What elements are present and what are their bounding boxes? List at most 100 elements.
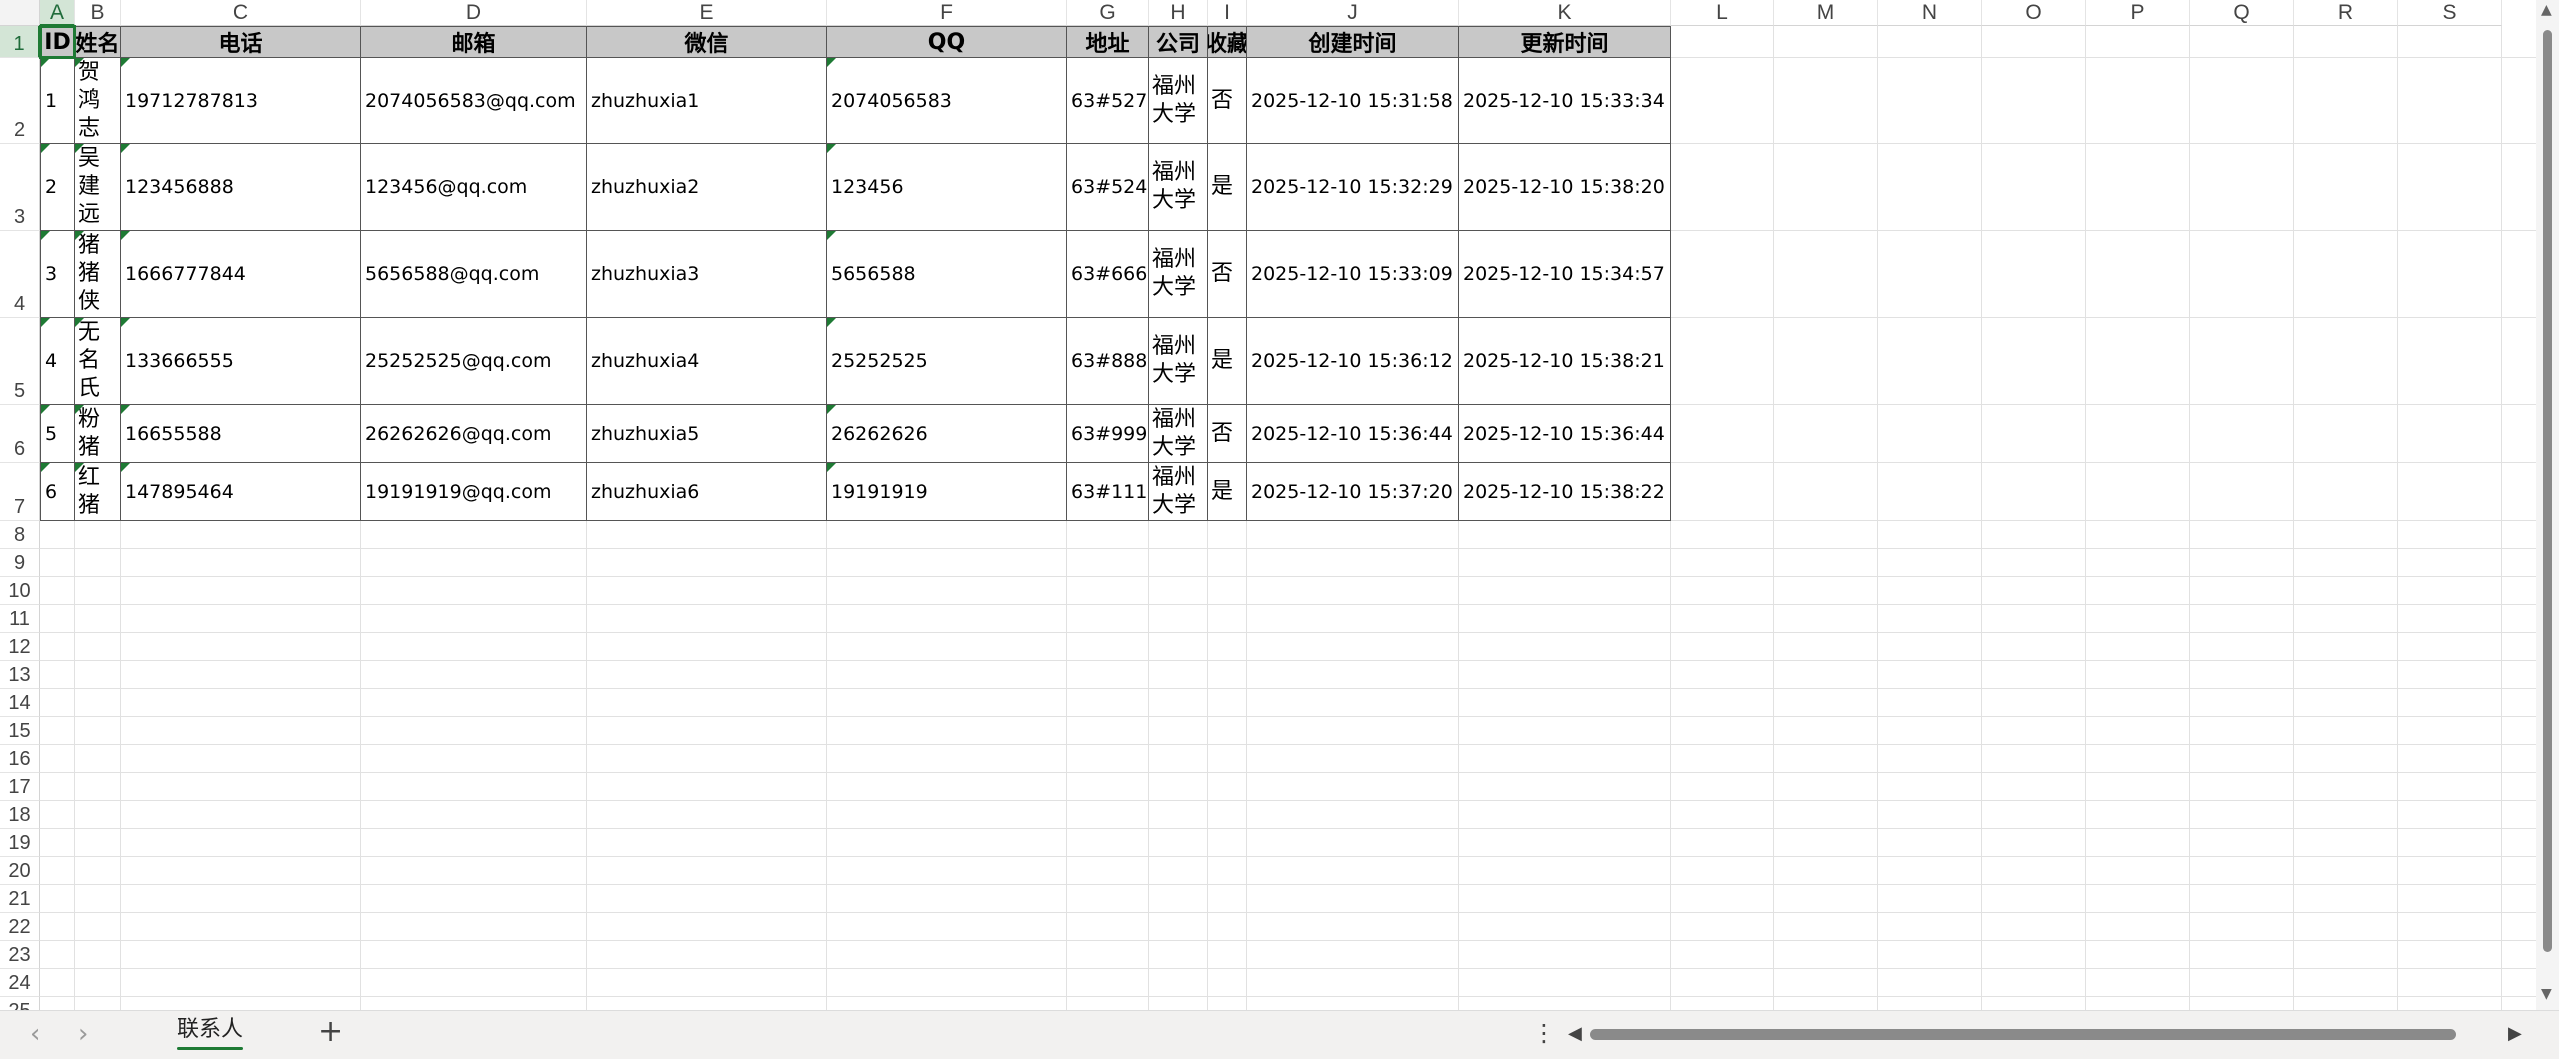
data-cell[interactable]: 25252525@qq.com (361, 318, 587, 405)
data-cell[interactable]: 6 (40, 463, 75, 521)
data-cell[interactable]: 133666555 (121, 318, 361, 405)
horizontal-scrollbar[interactable] (1590, 1029, 2480, 1041)
data-cell[interactable]: 福州大学 (1149, 318, 1208, 405)
data-cell[interactable]: 是 (1208, 463, 1247, 521)
column-header-q[interactable]: Q (2190, 0, 2294, 26)
row-header-8[interactable]: 8 (0, 521, 40, 549)
select-all-corner[interactable] (0, 0, 40, 26)
data-cell[interactable]: 2025-12-10 15:34:57 (1459, 231, 1671, 318)
data-cell[interactable]: 福州大学 (1149, 144, 1208, 231)
column-header-d[interactable]: D (361, 0, 587, 26)
header-cell[interactable]: 微信 (587, 26, 827, 58)
data-cell[interactable]: 26262626 (827, 405, 1067, 463)
row-header-4[interactable]: 4 (0, 231, 40, 318)
header-cell[interactable]: 更新时间 (1459, 26, 1671, 58)
row-header-6[interactable]: 6 (0, 405, 40, 463)
data-cell[interactable]: 2025-12-10 15:33:34 (1459, 58, 1671, 144)
row-header-25[interactable]: 25 (0, 997, 40, 1010)
column-header-f[interactable]: F (827, 0, 1067, 26)
data-cell[interactable]: 5656588@qq.com (361, 231, 587, 318)
column-header-e[interactable]: E (587, 0, 827, 26)
sheet-tab-contacts[interactable]: 联系人 (160, 1011, 260, 1051)
row-header-14[interactable]: 14 (0, 689, 40, 717)
data-cell[interactable]: 123456@qq.com (361, 144, 587, 231)
column-header-m[interactable]: M (1774, 0, 1878, 26)
data-cell[interactable]: zhuzhuxia4 (587, 318, 827, 405)
data-cell[interactable]: 19712787813 (121, 58, 361, 144)
data-cell[interactable]: zhuzhuxia6 (587, 463, 827, 521)
column-header-o[interactable]: O (1982, 0, 2086, 26)
data-cell[interactable]: 25252525 (827, 318, 1067, 405)
more-options-icon[interactable]: ⋮ (1532, 1019, 1556, 1047)
row-header-3[interactable]: 3 (0, 144, 40, 231)
row-header-2[interactable]: 2 (0, 58, 40, 144)
data-cell[interactable]: 63#524 (1067, 144, 1149, 231)
column-header-b[interactable]: B (75, 0, 121, 26)
column-header-r[interactable]: R (2294, 0, 2398, 26)
data-cell[interactable]: 2025-12-10 15:38:22 (1459, 463, 1671, 521)
data-cell[interactable]: 123456 (827, 144, 1067, 231)
data-cell[interactable]: 5 (40, 405, 75, 463)
scroll-up-icon[interactable]: ▲ (2541, 2, 2552, 18)
column-header-j[interactable]: J (1247, 0, 1459, 26)
data-cell[interactable]: 猪猪侠 (75, 231, 121, 318)
data-cell[interactable]: 否 (1208, 231, 1247, 318)
header-cell[interactable]: 邮箱 (361, 26, 587, 58)
scroll-down-icon[interactable]: ▼ (2541, 986, 2552, 1002)
row-header-20[interactable]: 20 (0, 857, 40, 885)
row-header-23[interactable]: 23 (0, 941, 40, 969)
header-cell[interactable]: 收藏 (1208, 26, 1247, 58)
row-header-11[interactable]: 11 (0, 605, 40, 633)
data-cell[interactable]: 2025-12-10 15:32:29 (1247, 144, 1459, 231)
data-cell[interactable]: 福州大学 (1149, 463, 1208, 521)
vertical-scrollbar[interactable]: ▲ ▼ (2536, 0, 2559, 1010)
column-header-p[interactable]: P (2086, 0, 2190, 26)
data-cell[interactable]: zhuzhuxia5 (587, 405, 827, 463)
header-cell[interactable]: 姓名 (75, 26, 121, 58)
header-cell[interactable]: 电话 (121, 26, 361, 58)
column-header-h[interactable]: H (1149, 0, 1208, 26)
data-cell[interactable]: 福州大学 (1149, 231, 1208, 318)
header-cell[interactable]: 地址 (1067, 26, 1149, 58)
row-header-24[interactable]: 24 (0, 969, 40, 997)
row-header-18[interactable]: 18 (0, 801, 40, 829)
column-header-i[interactable]: I (1208, 0, 1247, 26)
row-header-12[interactable]: 12 (0, 633, 40, 661)
data-cell[interactable]: 吴建远 (75, 144, 121, 231)
row-header-17[interactable]: 17 (0, 773, 40, 801)
data-cell[interactable]: 19191919@qq.com (361, 463, 587, 521)
data-cell[interactable]: 19191919 (827, 463, 1067, 521)
data-cell[interactable]: zhuzhuxia1 (587, 58, 827, 144)
row-header-1[interactable]: 1 (0, 26, 40, 58)
horizontal-scroll-thumb[interactable] (1590, 1029, 2456, 1040)
data-cell[interactable]: 2025-12-10 15:36:44 (1247, 405, 1459, 463)
header-cell[interactable]: ID (40, 26, 75, 58)
row-header-15[interactable]: 15 (0, 717, 40, 745)
data-cell[interactable]: 是 (1208, 144, 1247, 231)
data-cell[interactable]: 贺鸿志 (75, 58, 121, 144)
row-header-5[interactable]: 5 (0, 318, 40, 405)
header-cell[interactable]: 创建时间 (1247, 26, 1459, 58)
data-cell[interactable]: 16655588 (121, 405, 361, 463)
column-header-g[interactable]: G (1067, 0, 1149, 26)
data-cell[interactable]: 红猪 (75, 463, 121, 521)
row-header-22[interactable]: 22 (0, 913, 40, 941)
data-cell[interactable]: 否 (1208, 58, 1247, 144)
data-cell[interactable]: 福州大学 (1149, 405, 1208, 463)
row-header-19[interactable]: 19 (0, 829, 40, 857)
prev-sheet-icon[interactable]: ‹ (30, 1021, 40, 1047)
row-header-7[interactable]: 7 (0, 463, 40, 521)
data-cell[interactable]: 2074056583 (827, 58, 1067, 144)
data-cell[interactable]: 123456888 (121, 144, 361, 231)
scroll-right-icon[interactable]: ▶ (2508, 1023, 2522, 1044)
data-cell[interactable]: 3 (40, 231, 75, 318)
data-cell[interactable]: 4 (40, 318, 75, 405)
column-header-k[interactable]: K (1459, 0, 1671, 26)
scroll-left-icon[interactable]: ◀ (1568, 1023, 1582, 1044)
data-cell[interactable]: 63#527 (1067, 58, 1149, 144)
row-header-10[interactable]: 10 (0, 577, 40, 605)
data-cell[interactable]: 63#111 (1067, 463, 1149, 521)
header-cell[interactable]: QQ (827, 26, 1067, 58)
vertical-scroll-thumb[interactable] (2543, 30, 2552, 952)
data-cell[interactable]: 63#666 (1067, 231, 1149, 318)
